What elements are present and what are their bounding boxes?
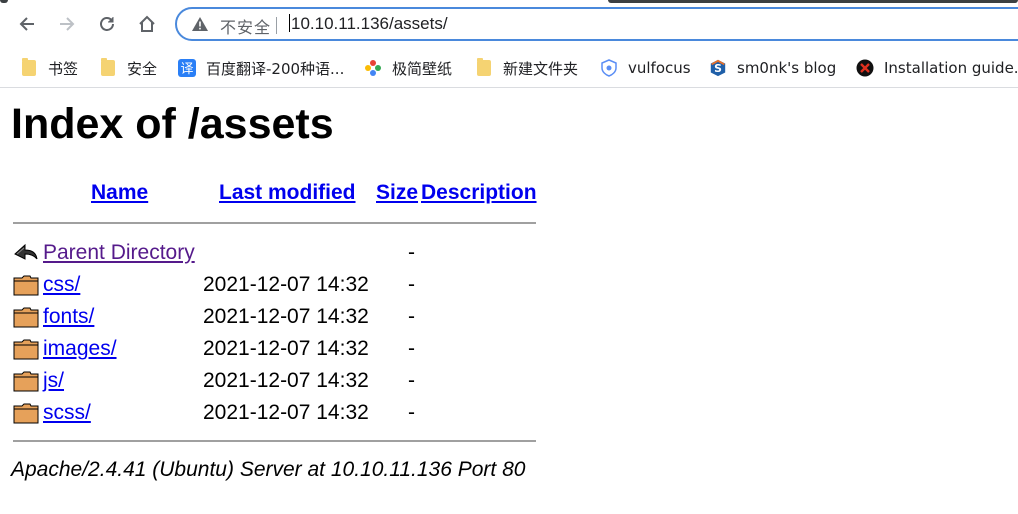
folder-icon [13,403,39,424]
entry-link[interactable]: js/ [43,369,64,393]
home-icon [139,15,155,32]
listing-row-parent: Parent Directory - [0,240,560,268]
bookmark-label: Installation guide... [884,59,1018,77]
listing-row: images/ 2021-12-07 14:32 - [0,336,560,364]
entry-size: - [408,401,415,424]
x-logo-icon [856,59,874,77]
folder-icon [475,58,493,77]
entry-date: 2021-12-07 14:32 [203,305,369,328]
folder-icon [20,58,38,77]
url-text[interactable]: 10.10.11.136/assets/ [289,14,448,34]
shield-icon [600,59,618,77]
bookmark-4[interactable]: 新建文件夹 [475,50,578,86]
entry-link[interactable]: fonts/ [43,305,94,329]
directory-listing-page: Index of /assets Name Last modified Size… [0,88,1018,514]
bookmark-7[interactable]: Installation guide... [856,50,1018,86]
svg-text:S: S [714,62,722,75]
listing-row: css/ 2021-12-07 14:32 - [0,272,560,300]
folder-icon [13,339,39,360]
home-button[interactable] [132,9,162,39]
bookmark-label: 书签 [48,59,79,78]
baidu-translate-icon: 译 [178,59,196,77]
back-arrow-icon [19,17,34,31]
entry-size: - [408,369,415,392]
blog-s-icon: S [709,59,727,77]
bookmark-0[interactable]: 书签 [20,50,78,86]
entry-size: - [408,337,415,360]
forward-button[interactable] [52,9,82,39]
url-value[interactable]: 10.10.11.136/assets/ [291,14,448,33]
warning-icon[interactable] [191,16,209,32]
header-divider [13,222,536,224]
entry-date: 2021-12-07 14:32 [203,369,369,392]
bookmarks-bar: 书签 安全 译 百度翻译-200种语... 极简壁纸 新建文件夹 vulfocu… [0,50,1018,88]
forward-arrow-icon [60,17,75,31]
reload-button[interactable] [92,9,122,39]
server-signature: Apache/2.4.41 (Ubuntu) Server at 10.10.1… [11,458,526,481]
svg-text:译: 译 [180,62,193,77]
tab-strip-edge [0,0,1018,4]
column-header-name[interactable]: Name [91,181,148,205]
entry-date: 2021-12-07 14:32 [203,273,369,296]
entry-size: - [408,273,415,296]
bookmark-label: 新建文件夹 [503,59,579,78]
entry-link[interactable]: images/ [43,337,117,361]
reload-icon [100,17,114,31]
bookmark-1[interactable]: 安全 [99,50,157,86]
bookmark-2[interactable]: 译 百度翻译-200种语... [178,50,344,86]
listing-row: scss/ 2021-12-07 14:32 - [0,400,560,428]
listing-row: js/ 2021-12-07 14:32 - [0,368,560,396]
omnibox-divider [276,17,277,34]
entry-date: 2021-12-07 14:32 [203,401,369,424]
bookmark-label: 极简壁纸 [392,59,453,78]
bookmark-6[interactable]: S sm0nk's blog [709,50,836,86]
entry-link[interactable]: scss/ [43,401,91,425]
wallpaper-icon [364,59,382,77]
column-header-description[interactable]: Description [421,181,537,205]
column-header-last-modified[interactable]: Last modified [219,181,356,205]
address-bar[interactable]: 不安全 10.10.11.136/assets/ [175,7,1018,41]
bookmark-label: vulfocus [628,59,691,77]
back-arrow-icon [14,243,38,260]
entry-link[interactable]: css/ [43,273,80,297]
bookmark-label: sm0nk's blog [737,59,837,77]
folder-icon [99,58,117,77]
entry-size: - [408,241,415,264]
bookmark-5[interactable]: vulfocus [600,50,691,86]
folder-icon [13,307,39,328]
text-cursor [289,14,290,32]
column-header-size[interactable]: Size [376,181,418,205]
browser-toolbar: 不安全 10.10.11.136/assets/ [0,0,1018,50]
bookmark-label: 安全 [127,59,158,78]
folder-icon [13,371,39,392]
page-title: Index of /assets [11,100,334,148]
security-status-label[interactable]: 不安全 [220,14,271,38]
folder-icon [13,275,39,296]
entry-date: 2021-12-07 14:32 [203,337,369,360]
bookmark-3[interactable]: 极简壁纸 [364,50,452,86]
footer-divider [13,440,536,442]
parent-directory-link[interactable]: Parent Directory [43,241,195,265]
entry-size: - [408,305,415,328]
back-button[interactable] [12,9,42,39]
listing-row: fonts/ 2021-12-07 14:32 - [0,304,560,332]
bookmark-label: 百度翻译-200种语... [206,59,345,78]
